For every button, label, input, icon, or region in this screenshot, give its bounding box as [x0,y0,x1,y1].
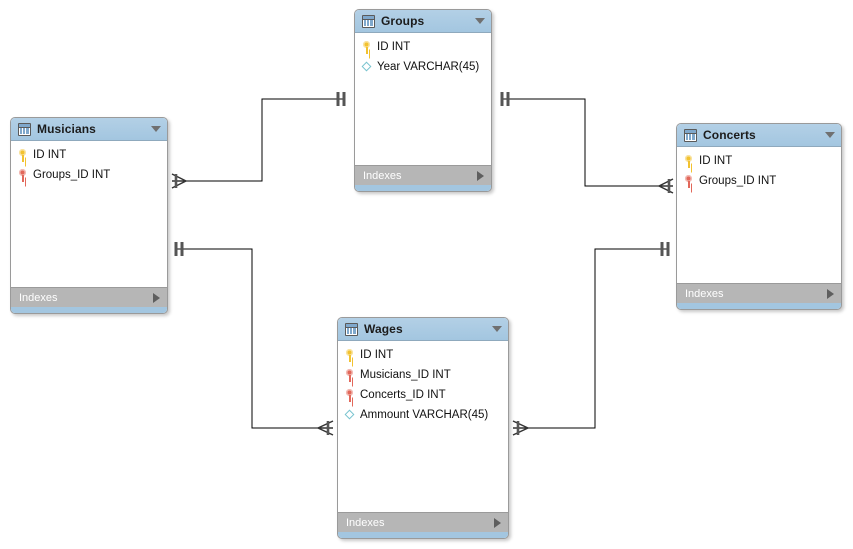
column-icon [362,61,373,74]
table-concerts-bottom-strip [677,303,841,309]
indexes-label: Indexes [19,291,58,304]
connector-groups-concerts [501,98,669,187]
table-wages-indexes-footer[interactable]: Indexes [338,512,508,532]
table-musicians[interactable]: Musicians ID INT Groups_ID INT Indexes [10,117,168,314]
column-label: Groups_ID INT [33,169,111,181]
chevron-right-icon[interactable] [494,517,501,528]
table-row[interactable]: ID INT [677,151,841,171]
column-label: ID INT [377,41,411,53]
table-concerts-columns: ID INT Groups_ID INT [677,147,841,283]
table-row[interactable]: Musicians_ID INT [338,365,508,385]
table-row[interactable]: Groups_ID INT [677,171,841,191]
crowsfoot-wages-musicians [317,420,334,436]
connector-concerts-wages [517,248,669,429]
table-icon [362,14,375,28]
table-concerts-title: Concerts [703,128,756,142]
chevron-down-icon[interactable] [151,126,161,132]
connector-groups-musicians [175,98,345,182]
primary-key-icon [684,154,695,168]
table-groups-title: Groups [381,14,425,28]
column-icon [345,409,356,422]
table-wages-title: Wages [364,322,403,336]
connector-musicians-wages [175,248,330,429]
crowsfoot-musicians-groups [171,173,187,189]
table-groups-header[interactable]: Groups [355,10,491,33]
indexes-label: Indexes [346,516,385,529]
table-icon [684,128,697,142]
table-groups-indexes-footer[interactable]: Indexes [355,165,491,185]
chevron-down-icon[interactable] [492,326,502,332]
table-concerts-indexes-footer[interactable]: Indexes [677,283,841,303]
table-concerts-header[interactable]: Concerts [677,124,841,147]
table-concerts[interactable]: Concerts ID INT Groups_ID INT Indexes [676,123,842,310]
crowsfoot-concerts-groups [658,178,674,194]
column-label: ID INT [33,149,67,161]
table-musicians-indexes-footer[interactable]: Indexes [11,287,167,307]
table-wages-bottom-strip [338,532,508,538]
primary-key-icon [362,40,373,54]
table-musicians-header[interactable]: Musicians [11,118,167,141]
table-groups-bottom-strip [355,185,491,191]
column-label: ID INT [360,349,394,361]
foreign-key-icon [684,174,695,188]
table-row[interactable]: Ammount VARCHAR(45) [338,405,508,425]
column-label: Groups_ID INT [699,175,777,187]
chevron-right-icon[interactable] [827,288,834,299]
indexes-label: Indexes [363,169,402,182]
table-wages[interactable]: Wages ID INT Musicians_ID INT Concerts_I… [337,317,509,539]
table-row[interactable]: Concerts_ID INT [338,385,508,405]
table-musicians-title: Musicians [37,122,96,136]
table-icon [345,322,358,336]
foreign-key-icon [345,368,356,382]
eer-diagram-canvas[interactable]: Groups ID INT Year VARCHAR(45) Indexes M… [0,0,853,549]
table-musicians-columns: ID INT Groups_ID INT [11,141,167,287]
table-musicians-bottom-strip [11,307,167,313]
primary-key-icon [345,348,356,362]
column-label: Concerts_ID INT [360,389,446,401]
primary-key-icon [18,148,29,162]
column-label: Musicians_ID INT [360,369,451,381]
chevron-right-icon[interactable] [153,292,160,303]
column-label: ID INT [699,155,733,167]
table-icon [18,122,31,136]
indexes-label: Indexes [685,287,724,300]
foreign-key-icon [345,388,356,402]
table-row[interactable]: Year VARCHAR(45) [355,57,491,77]
column-label: Year VARCHAR(45) [377,61,480,73]
chevron-down-icon[interactable] [825,132,835,138]
table-row[interactable]: ID INT [338,345,508,365]
table-row[interactable]: Groups_ID INT [11,165,167,185]
chevron-right-icon[interactable] [477,170,484,181]
column-label: Ammount VARCHAR(45) [360,409,489,421]
table-groups-columns: ID INT Year VARCHAR(45) [355,33,491,165]
crowsfoot-wages-concerts [512,420,529,436]
chevron-down-icon[interactable] [475,18,485,24]
table-row[interactable]: ID INT [11,145,167,165]
table-row[interactable]: ID INT [355,37,491,57]
table-wages-header[interactable]: Wages [338,318,508,341]
foreign-key-icon [18,168,29,182]
table-wages-columns: ID INT Musicians_ID INT Concerts_ID INT … [338,341,508,512]
table-groups[interactable]: Groups ID INT Year VARCHAR(45) Indexes [354,9,492,192]
